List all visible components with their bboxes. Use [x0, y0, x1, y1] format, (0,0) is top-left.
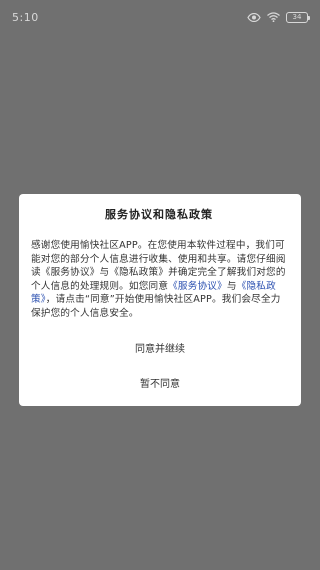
- status-icons: 34: [247, 11, 310, 23]
- disagree-button[interactable]: 暂不同意: [19, 375, 301, 390]
- dialog-title: 服务协议和隐私政策: [105, 208, 213, 221]
- battery-icon: 34: [286, 11, 310, 23]
- eye-icon: [247, 12, 261, 22]
- body-text-and: 与: [226, 280, 237, 292]
- status-time: 5:10: [12, 10, 39, 24]
- body-text-outro: ，请点击“同意”开始使用愉快社区APP。我们会尽全力保护您的个人信息安全。: [31, 294, 281, 319]
- status-bar: 5:10 34: [0, 0, 320, 34]
- wifi-icon: [267, 12, 280, 22]
- dialog-body: 感谢您使用愉快社区APP。在您使用本软件过程中，我们可能对您的部分个人信息进行收…: [31, 239, 287, 320]
- agree-continue-button[interactable]: 同意并继续: [19, 340, 301, 355]
- privacy-dialog: 服务协议和隐私政策 感谢您使用愉快社区APP。在您使用本软件过程中，我们可能对您…: [19, 194, 301, 406]
- battery-level: 34: [292, 12, 302, 21]
- service-agreement-link[interactable]: 《服务协议》: [168, 281, 227, 292]
